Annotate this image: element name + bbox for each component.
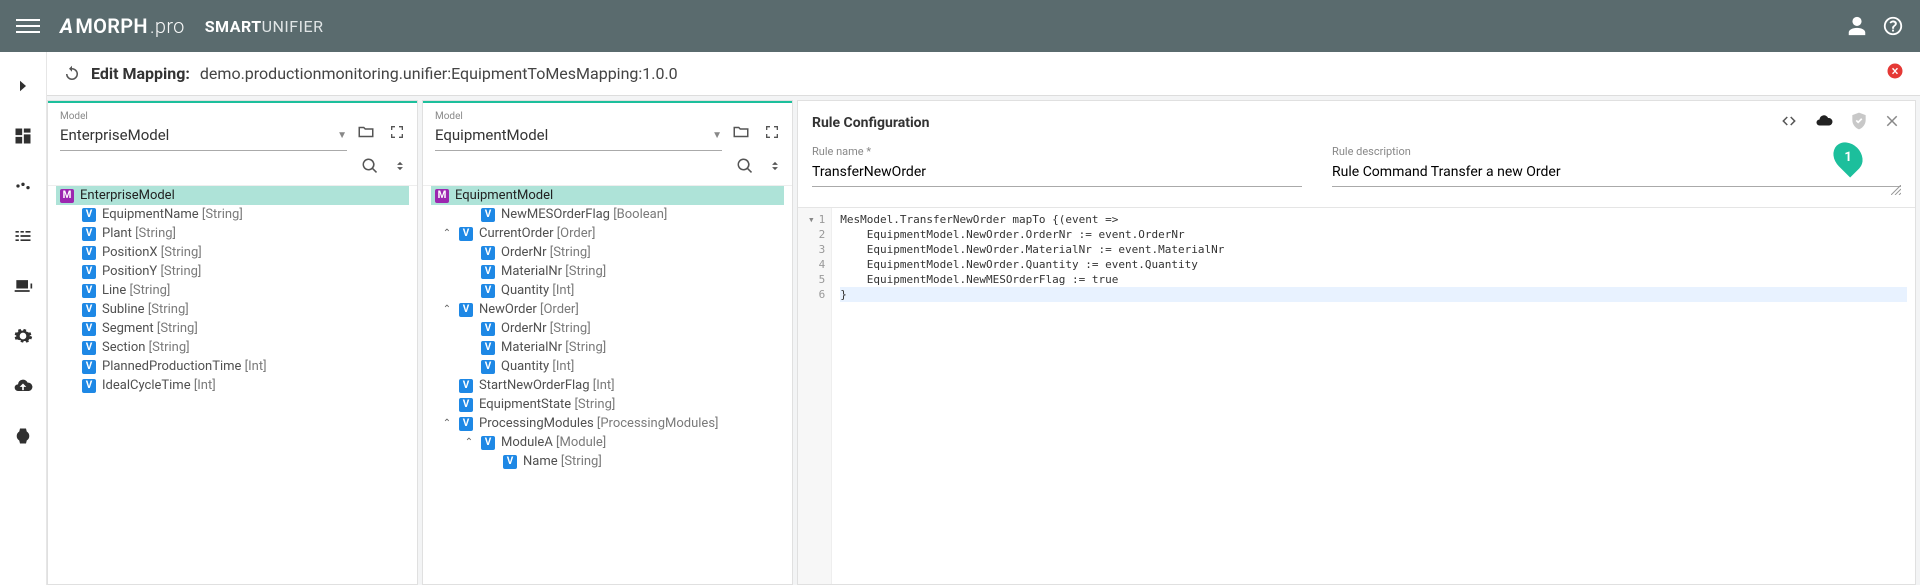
rule-panel: Rule Configuration Rule name * Rule de: [797, 100, 1916, 585]
nav-upload-button[interactable]: [11, 374, 35, 398]
tree-item[interactable]: VQuantity [Int]: [431, 281, 784, 300]
model-select-equipment[interactable]: EquipmentModel▼: [435, 122, 722, 151]
tree-item[interactable]: VMaterialNr [String]: [431, 338, 784, 357]
tree-enterprise[interactable]: MEnterpriseModelVEquipmentName [String]V…: [48, 186, 417, 584]
collapse-toggle-icon[interactable]: ⌃: [441, 418, 453, 429]
tree-item[interactable]: VSubline [String]: [56, 300, 409, 319]
rule-desc-input[interactable]: [1332, 160, 1901, 187]
nav-devices-button[interactable]: [11, 274, 35, 298]
help-icon[interactable]: [1882, 15, 1904, 37]
refresh-icon[interactable]: [63, 65, 81, 83]
folder-open-icon[interactable]: [357, 123, 375, 145]
nav-dashboard-button[interactable]: [11, 124, 35, 148]
topbar: AMORPH.pro SMARTUNIFIER: [0, 0, 1920, 52]
expand-collapse-icon[interactable]: [393, 158, 407, 178]
menu-toggle-button[interactable]: [16, 14, 40, 38]
folder-open-icon[interactable]: [732, 123, 750, 145]
verify-icon[interactable]: [1849, 111, 1869, 135]
tree-item[interactable]: VStartNewOrderFlag [Int]: [431, 376, 784, 395]
breadcrumb-bar: Edit Mapping: demo.productionmonitoring.…: [47, 52, 1920, 96]
tree-item[interactable]: ⌃VModuleA [Module]: [431, 433, 784, 452]
tree-item[interactable]: VPlannedProductionTime [Int]: [56, 357, 409, 376]
account-icon[interactable]: [1846, 15, 1868, 37]
tree-item[interactable]: ⌃VNewOrder [Order]: [431, 300, 784, 319]
collapse-toggle-icon[interactable]: ⌃: [441, 304, 453, 315]
close-editor-button[interactable]: [1886, 62, 1904, 85]
model-panel-enterprise: Model EnterpriseModel▼ MEnterpriseModelV…: [47, 100, 418, 585]
tree-item[interactable]: VPlant [String]: [56, 224, 409, 243]
expand-collapse-icon[interactable]: [768, 158, 782, 178]
close-icon[interactable]: [1883, 112, 1901, 134]
tree-item[interactable]: VIdealCycleTime [Int]: [56, 376, 409, 395]
nav-expand-button[interactable]: [11, 74, 35, 98]
product-name: SMARTUNIFIER: [205, 17, 324, 36]
brand-logo[interactable]: AMORPH.pro: [60, 14, 185, 38]
breadcrumb-path: demo.productionmonitoring.unifier:Equipm…: [200, 64, 678, 83]
rule-desc-label: Rule description: [1332, 145, 1901, 158]
tree-item[interactable]: VPositionY [String]: [56, 262, 409, 281]
tree-item[interactable]: VOrderNr [String]: [431, 319, 784, 338]
collapse-toggle-icon[interactable]: ⌃: [463, 437, 475, 448]
side-rail: [0, 52, 47, 585]
tree-root[interactable]: MEnterpriseModel: [56, 186, 409, 205]
tree-item[interactable]: VSegment [String]: [56, 319, 409, 338]
tree-equipment[interactable]: MEquipmentModelVNewMESOrderFlag [Boolean…: [423, 186, 792, 584]
caret-down-icon: ▼: [712, 130, 722, 141]
rule-config-title: Rule Configuration: [812, 115, 929, 131]
rule-name-label: Rule name *: [812, 145, 1302, 158]
tree-root[interactable]: MEquipmentModel: [431, 186, 784, 205]
cloud-save-icon[interactable]: [1813, 112, 1835, 134]
model-label: Model: [435, 111, 722, 122]
nav-watch-button[interactable]: [11, 424, 35, 448]
search-icon[interactable]: [361, 157, 379, 179]
model-select-enterprise[interactable]: EnterpriseModel▼: [60, 122, 347, 151]
code-view-icon[interactable]: [1779, 112, 1799, 134]
fullscreen-icon[interactable]: [389, 124, 405, 144]
caret-down-icon: ▼: [337, 130, 347, 141]
tree-item[interactable]: VPositionX [String]: [56, 243, 409, 262]
tree-item[interactable]: VName [String]: [431, 452, 784, 471]
collapse-toggle-icon[interactable]: ⌃: [441, 228, 453, 239]
tree-item[interactable]: VMaterialNr [String]: [431, 262, 784, 281]
tree-item[interactable]: VNewMESOrderFlag [Boolean]: [431, 205, 784, 224]
breadcrumb-title: Edit Mapping:: [91, 64, 190, 83]
tree-item[interactable]: ⌃VCurrentOrder [Order]: [431, 224, 784, 243]
code-editor[interactable]: 123456 MesModel.TransferNewOrder mapTo {…: [798, 207, 1915, 584]
search-icon[interactable]: [736, 157, 754, 179]
tree-item[interactable]: VEquipmentName [String]: [56, 205, 409, 224]
tree-item[interactable]: VLine [String]: [56, 281, 409, 300]
model-panel-equipment: Model EquipmentModel▼ MEquipmentModelVNe…: [422, 100, 793, 585]
fullscreen-icon[interactable]: [764, 124, 780, 144]
nav-mappings-button[interactable]: [11, 224, 35, 248]
tree-item[interactable]: VEquipmentState [String]: [431, 395, 784, 414]
nav-models-button[interactable]: [11, 174, 35, 198]
model-label: Model: [60, 111, 347, 122]
tree-item[interactable]: VQuantity [Int]: [431, 357, 784, 376]
rule-name-input[interactable]: [812, 160, 1302, 187]
tree-item[interactable]: VOrderNr [String]: [431, 243, 784, 262]
tree-item[interactable]: VSection [String]: [56, 338, 409, 357]
tree-item[interactable]: ⌃VProcessingModules [ProcessingModules]: [431, 414, 784, 433]
resize-handle-icon[interactable]: [1891, 185, 1901, 195]
nav-settings-button[interactable]: [11, 324, 35, 348]
